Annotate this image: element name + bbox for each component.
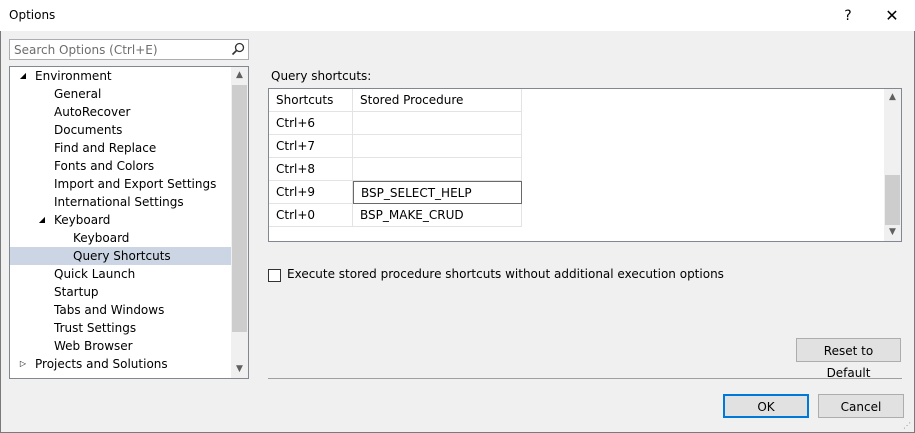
grid-scroll-thumb[interactable] (885, 175, 900, 225)
grid-scrollbar[interactable]: ▲ ▼ (884, 89, 901, 241)
tree-item-label: Quick Launch (54, 267, 136, 281)
tree-item[interactable]: ◢ Keyboard (10, 211, 231, 229)
tree-scrollbar[interactable]: ▲ ▼ (231, 67, 248, 378)
tree-item[interactable]: ▷ Projects and Solutions (10, 355, 231, 373)
tree-item-label: Projects and Solutions (35, 357, 168, 371)
options-tree[interactable]: ◢ Environment General AutoRecover Documents F… (9, 66, 249, 379)
tree-item[interactable]: Trust Settings (10, 319, 231, 337)
tree-item-label: Tabs and Windows (54, 303, 165, 317)
tree-item[interactable]: Query Shortcuts (10, 247, 231, 265)
shortcut-cell[interactable]: Ctrl+6 (269, 112, 353, 135)
tree-scroll-thumb[interactable] (232, 85, 247, 332)
tree-item[interactable]: Keyboard (10, 229, 231, 247)
search-icon[interactable] (231, 42, 245, 56)
execute-checkbox[interactable] (268, 269, 281, 282)
tree-item-label: Query Shortcuts (73, 249, 171, 263)
shortcut-cell[interactable]: Ctrl+9 (269, 181, 353, 204)
tree-item-label: Import and Export Settings (54, 177, 217, 191)
ok-button[interactable]: OK (723, 394, 809, 418)
tree-item[interactable]: Quick Launch (10, 265, 231, 283)
stored-procedure-cell[interactable] (353, 112, 522, 135)
shortcut-cell[interactable]: Ctrl+7 (269, 135, 353, 158)
cancel-button[interactable]: Cancel (818, 394, 904, 418)
tree-item-label: Trust Settings (54, 321, 137, 335)
search-box (9, 39, 249, 60)
shortcut-cell[interactable]: Ctrl+8 (269, 158, 353, 181)
stored-procedure-cell[interactable]: BSP_MAKE_CRUD (353, 204, 522, 227)
column-header-shortcuts: Shortcuts (269, 89, 353, 112)
resize-grip-icon[interactable]: ⋰ (903, 421, 913, 431)
execute-checkbox-label[interactable]: Execute stored procedure shortcuts witho… (287, 267, 724, 281)
tree-item-label: General (54, 87, 102, 101)
collapsed-arrow-icon[interactable]: ▷ (18, 355, 28, 373)
query-shortcuts-grid: Shortcuts Stored Procedure Ctrl+6 Ctrl+7 C… (268, 88, 902, 242)
expanded-arrow-icon[interactable]: ◢ (18, 67, 28, 85)
close-button[interactable]: ✕ (877, 5, 907, 27)
title-bar: Options ? ✕ (0, 0, 915, 31)
stored-procedure-cell[interactable] (353, 158, 522, 181)
tree-item-label: AutoRecover (54, 105, 131, 119)
scroll-up-icon[interactable]: ▲ (231, 67, 248, 84)
tree-item-label: Fonts and Colors (54, 159, 155, 173)
tree-item[interactable]: Tabs and Windows (10, 301, 231, 319)
tree-item-label: Documents (54, 123, 123, 137)
tree-item[interactable]: Startup (10, 283, 231, 301)
expanded-arrow-icon[interactable]: ◢ (37, 211, 47, 229)
tree-item[interactable]: AutoRecover (10, 103, 231, 121)
stored-procedure-cell[interactable] (353, 135, 522, 158)
tree-item[interactable]: Web Browser (10, 337, 231, 355)
shortcut-cell[interactable]: Ctrl+0 (269, 204, 353, 227)
query-shortcuts-label: Query shortcuts: (271, 69, 372, 83)
tree-item[interactable]: Import and Export Settings (10, 175, 231, 193)
scroll-down-icon[interactable]: ▼ (884, 224, 901, 241)
tree-item-label: Environment (35, 69, 112, 83)
tree-item[interactable]: General (10, 85, 231, 103)
tree-item[interactable]: Fonts and Colors (10, 157, 231, 175)
tree-item[interactable]: ◢ Environment (10, 67, 231, 85)
tree-item-label: Keyboard (54, 213, 111, 227)
stored-procedure-cell[interactable]: BSP_SELECT_HELP (353, 181, 522, 204)
tree-item-label: Find and Replace (54, 141, 157, 155)
divider (268, 378, 902, 379)
window-title: Options (9, 8, 56, 22)
tree-item[interactable]: Find and Replace (10, 139, 231, 157)
tree-item-label: International Settings (54, 195, 184, 209)
reset-to-default-button[interactable]: Reset to Default (796, 338, 901, 380)
tree-item-label: Startup (54, 285, 99, 299)
tree-item-label: Web Browser (54, 339, 133, 353)
tree-item-label: Keyboard (73, 231, 130, 245)
column-header-stored-procedure: Stored Procedure (353, 89, 522, 112)
search-input[interactable] (10, 40, 230, 59)
help-button[interactable]: ? (833, 5, 863, 27)
scroll-up-icon[interactable]: ▲ (884, 89, 901, 106)
scroll-down-icon[interactable]: ▼ (231, 361, 248, 378)
tree-item[interactable]: Documents (10, 121, 231, 139)
tree-item[interactable]: International Settings (10, 193, 231, 211)
